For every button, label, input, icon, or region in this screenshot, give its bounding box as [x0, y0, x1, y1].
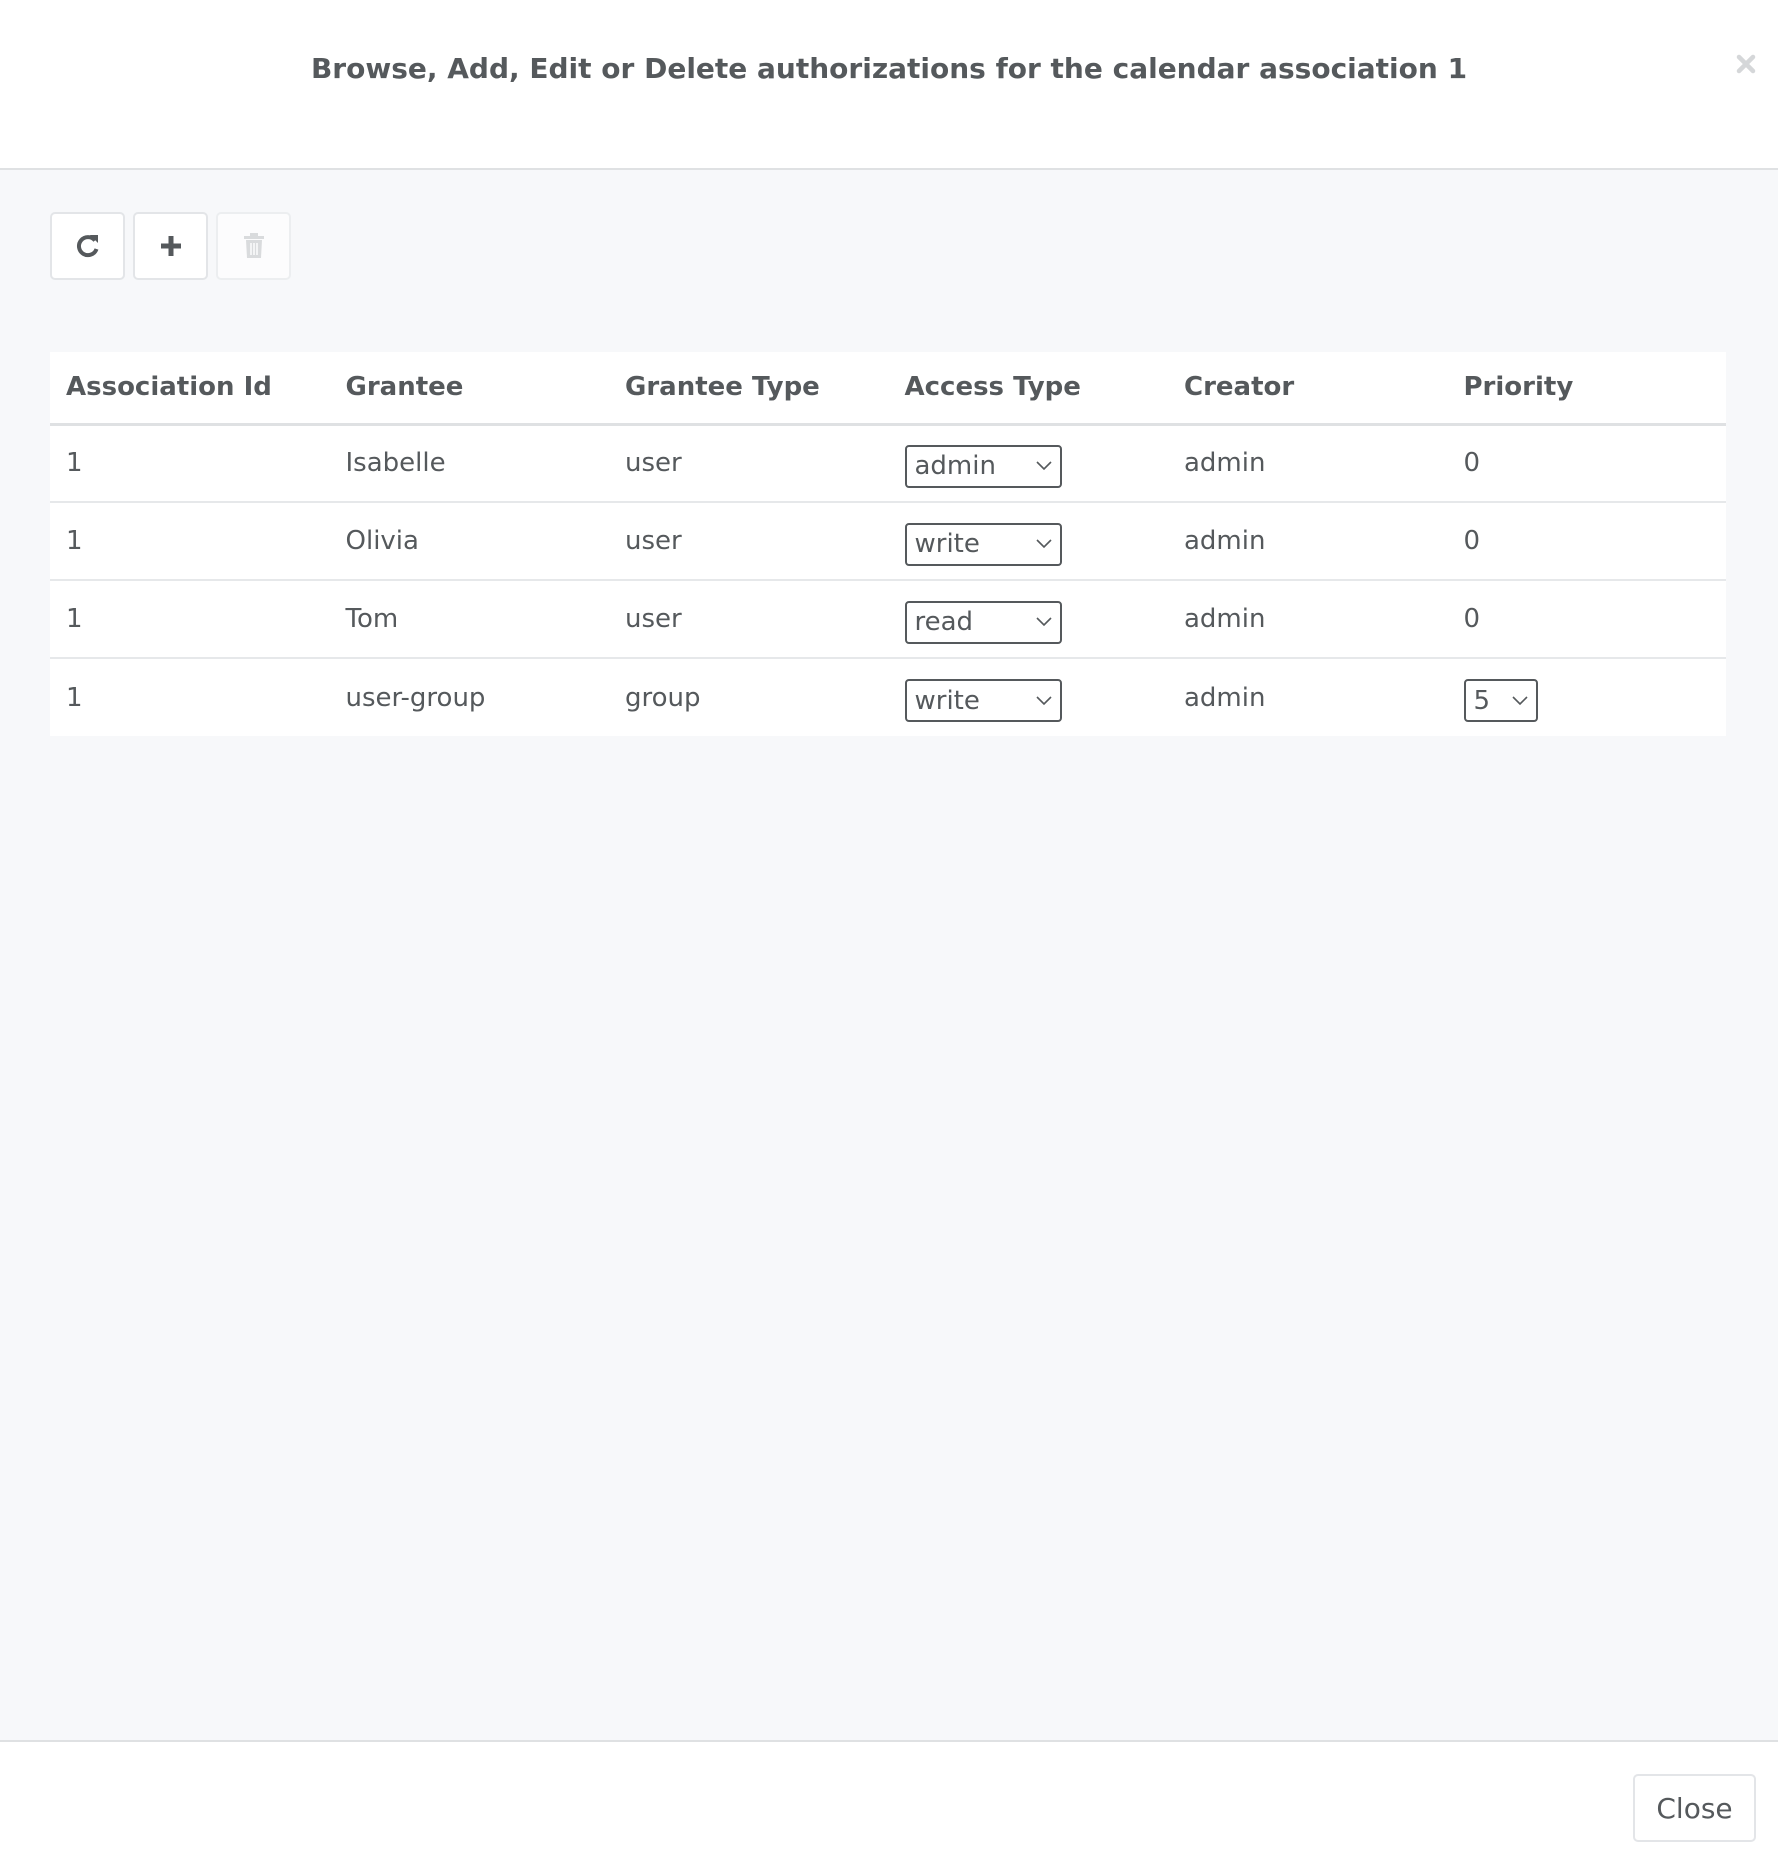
- grantee-cell: Olivia: [329, 502, 609, 581]
- table-row[interactable]: 1 user-group group write admin 5: [50, 658, 1726, 736]
- grantee-cell: Tom: [329, 580, 609, 659]
- close-x-button[interactable]: [1730, 48, 1762, 80]
- access-type-cell: read: [888, 580, 1168, 659]
- grantee-cell: Isabelle: [329, 424, 609, 503]
- chevron-down-icon: [1511, 695, 1528, 705]
- delete-button[interactable]: [216, 212, 291, 280]
- association-id-cell: 1: [66, 682, 83, 713]
- grantee-cell: user-group: [345, 682, 486, 713]
- access-type-value: write: [914, 685, 980, 716]
- column-header-access-type[interactable]: Access Type: [888, 352, 1168, 426]
- table-header-row: Association Id Grantee Grantee Type Acce…: [50, 352, 1726, 426]
- table-row[interactable]: 1 Tom user read admin 0: [50, 580, 1726, 659]
- access-type-value: read: [914, 607, 974, 637]
- chevron-down-icon: [1035, 461, 1052, 471]
- chevron-down-icon: [1035, 539, 1052, 549]
- close-x-icon: [1736, 54, 1756, 74]
- creator-cell: admin: [1168, 580, 1448, 659]
- access-type-value: admin: [914, 451, 996, 482]
- chevron-down-icon: [1035, 695, 1052, 705]
- column-header-grantee-type[interactable]: Grantee Type: [609, 352, 889, 426]
- grantee-type-cell: user: [609, 424, 889, 503]
- column-header-grantee[interactable]: Grantee: [329, 352, 609, 426]
- access-type-cell: write: [889, 658, 1169, 736]
- grantee-type-cell: user: [609, 580, 889, 659]
- chevron-down-icon: [1035, 617, 1052, 627]
- toolbar: [50, 212, 291, 280]
- access-type-cell: write: [888, 502, 1168, 581]
- column-header-association-id[interactable]: Association Id: [50, 352, 330, 426]
- association-id-cell: 1: [50, 580, 330, 659]
- creator-cell: admin: [1168, 502, 1448, 581]
- access-type-select[interactable]: write: [904, 679, 1062, 722]
- authorizations-table: Association Id Grantee Grantee Type Acce…: [50, 352, 1726, 736]
- modal-body: Association Id Grantee Grantee Type Acce…: [0, 170, 1778, 1740]
- association-id-cell: 1: [50, 424, 330, 503]
- column-header-creator[interactable]: Creator: [1168, 352, 1448, 426]
- priority-value: 5: [1473, 685, 1491, 716]
- modal-title: Browse, Add, Edit or Delete authorizatio…: [310, 52, 1468, 85]
- access-type-select[interactable]: admin: [904, 444, 1062, 488]
- priority-cell: 0: [1447, 502, 1726, 581]
- priority-select[interactable]: 5: [1463, 679, 1538, 722]
- priority-cell: 5: [1448, 658, 1727, 736]
- close-button[interactable]: Close: [1633, 1774, 1756, 1842]
- priority-cell: 0: [1447, 580, 1726, 659]
- association-id-cell: 1: [50, 502, 330, 581]
- access-type-select[interactable]: read: [904, 600, 1062, 644]
- refresh-icon: [76, 235, 98, 258]
- creator-cell: admin: [1184, 682, 1266, 713]
- table-row[interactable]: 1 Olivia user write admin 0: [50, 502, 1726, 581]
- grantee-type-cell: user: [609, 502, 889, 581]
- trash-icon: [243, 233, 264, 258]
- access-type-select[interactable]: write: [904, 522, 1062, 566]
- add-button[interactable]: [133, 212, 208, 280]
- grantee-type-cell: group: [625, 682, 701, 713]
- priority-cell: 0: [1447, 424, 1726, 503]
- modal-header: Browse, Add, Edit or Delete authorizatio…: [0, 0, 1778, 170]
- access-type-cell: admin: [888, 424, 1168, 503]
- plus-icon: [160, 236, 181, 256]
- column-header-priority[interactable]: Priority: [1447, 352, 1726, 426]
- access-type-value: write: [914, 529, 980, 559]
- table-row[interactable]: 1 Isabelle user admin admin 0: [50, 424, 1726, 503]
- modal-footer: Close: [0, 1740, 1778, 1858]
- creator-cell: admin: [1168, 424, 1448, 503]
- refresh-button[interactable]: [50, 212, 125, 280]
